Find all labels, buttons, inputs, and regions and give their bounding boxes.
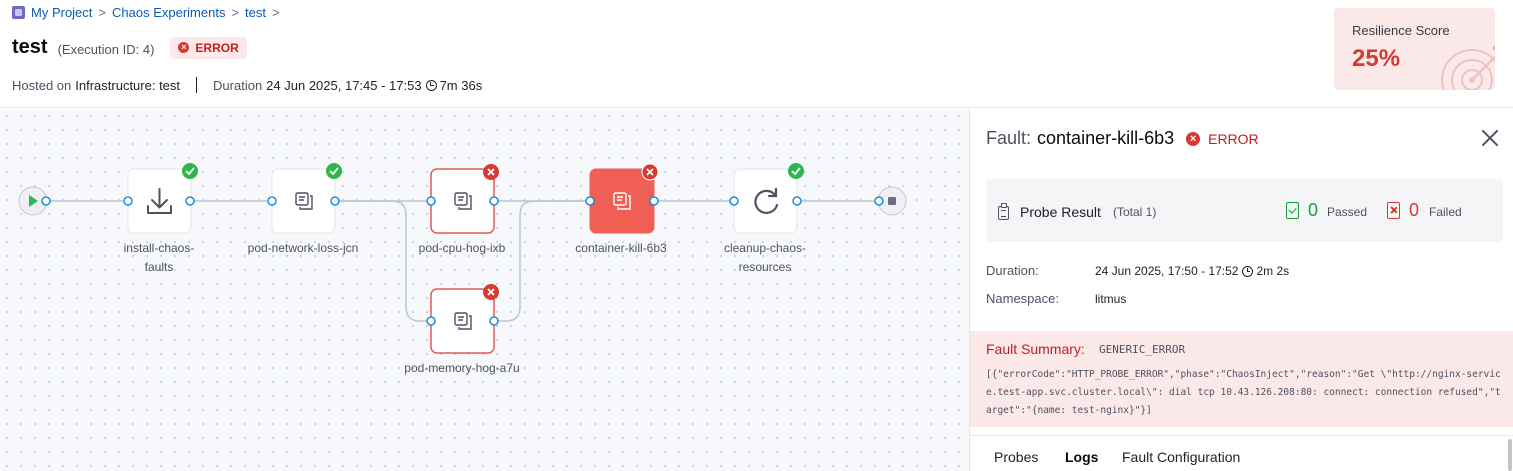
stop-icon — [888, 197, 896, 205]
node-label: container-kill-6b3 — [575, 241, 667, 255]
node-port — [41, 196, 51, 206]
success-badge — [182, 163, 198, 179]
status-badge: × ERROR — [170, 36, 247, 59]
fault-name: container-kill-6b3 — [1037, 128, 1175, 148]
experiment-graph-canvas[interactable]: install-chaos-faults pod-network-loss-jc… — [0, 109, 969, 471]
infrastructure-value: Infrastructure: test — [75, 77, 181, 93]
node-label: pod-memory-hog-a7u — [404, 361, 520, 375]
resilience-score-label: Resilience Score — [1352, 23, 1450, 38]
breadcrumb-experiments[interactable]: Chaos Experiments — [112, 5, 225, 20]
status-badge-label: ERROR — [195, 40, 239, 55]
close-icon[interactable] — [1480, 128, 1500, 148]
node-port — [330, 196, 340, 206]
app-root: My Project > Chaos Experiments > test > … — [0, 0, 1513, 471]
resilience-score-value: 25% — [1352, 45, 1401, 72]
tab-fault-configuration[interactable]: Fault Configuration — [1122, 449, 1240, 465]
detail-tabs: Probes Logs Fault Configuration — [970, 435, 1513, 471]
node-port — [185, 196, 195, 206]
scrollbar[interactable] — [1508, 439, 1512, 471]
probe-total: (Total 1) — [1113, 205, 1157, 219]
hosted-on-label: Hosted on — [12, 77, 72, 93]
breadcrumb: My Project > Chaos Experiments > test > — [12, 5, 286, 20]
breadcrumb-separator: > — [272, 5, 280, 20]
clock-icon — [425, 79, 437, 91]
breadcrumb-project[interactable]: My Project — [31, 5, 92, 20]
probe-result-card: Probe Result (Total 1) 0 Passed 0 Failed — [986, 179, 1503, 242]
fault-summary-body: [{"errorCode":"HTTP_PROBE_ERROR","phase"… — [986, 369, 1501, 416]
passed-count: 0 — [1308, 200, 1319, 220]
node-container-kill[interactable] — [589, 163, 659, 234]
duration-value: 24 Jun 2025, 17:50 - 17:52 2m 2s — [1095, 264, 1289, 278]
node-port — [123, 196, 133, 206]
graph-edge — [494, 200, 590, 322]
duration-label: Duration: — [986, 263, 1039, 278]
node-port — [792, 196, 802, 206]
project-icon — [12, 6, 25, 19]
graph-edge — [335, 200, 431, 322]
success-badge — [788, 163, 804, 179]
tab-probes[interactable]: Probes — [994, 449, 1038, 465]
target-icon — [1441, 45, 1495, 90]
breadcrumb-separator: > — [98, 5, 106, 20]
node-port — [729, 196, 739, 206]
node-label: pod-cpu-hog-ixb — [418, 241, 506, 255]
duration-label: Duration — [213, 77, 263, 93]
fault-status-label: ERROR — [1208, 130, 1259, 147]
node-label: pod-network-loss-jcn — [247, 241, 359, 255]
node-port — [489, 196, 499, 206]
probe-result-title: Probe Result — [1020, 204, 1101, 220]
clipboard-icon — [998, 203, 1009, 220]
fault-summary-title: Fault Summary: — [986, 341, 1085, 357]
node-pod-memory-hog[interactable] — [430, 284, 499, 354]
node-port — [489, 316, 499, 326]
clock-icon — [1242, 265, 1254, 277]
experiment-graph — [18, 163, 907, 354]
failed-count: 0 — [1409, 200, 1420, 220]
node-port — [649, 196, 659, 206]
error-icon: × — [178, 42, 190, 53]
fault-summary: Fault Summary: GENERIC_ERROR [{"errorCod… — [970, 331, 1513, 427]
resilience-score-card: Resilience Score 25% — [1334, 8, 1495, 90]
node-label: cleanup-chaos-resources — [723, 241, 807, 274]
error-icon: × — [1186, 131, 1201, 146]
fault-title: Fault: container-kill-6b3 × ERROR — [986, 128, 1259, 149]
fault-summary-code: GENERIC_ERROR — [1099, 343, 1186, 356]
namespace-label: Namespace: — [986, 291, 1059, 306]
node-pod-cpu-hog[interactable] — [430, 164, 499, 234]
failed-label: Failed — [1429, 205, 1462, 219]
node-label: install-chaos-faults — [123, 241, 195, 274]
duration-range: 24 Jun 2025, 17:50 - 17:52 — [1095, 264, 1239, 278]
execution-id: (Execution ID: 4) — [57, 41, 155, 57]
duration-range: 24 Jun 2025, 17:45 - 17:53 — [266, 77, 422, 93]
node-port — [426, 196, 436, 206]
passed-icon — [1286, 202, 1299, 219]
breadcrumb-current[interactable]: test — [245, 5, 266, 20]
duration-total: 7m 36s — [439, 77, 483, 93]
passed-label: Passed — [1327, 205, 1368, 219]
fault-title-prefix: Fault: — [986, 128, 1032, 148]
fault-detail-panel: Fault: container-kill-6b3 × ERROR Probe … — [969, 109, 1513, 471]
title-row: test (Execution ID: 4) × ERROR — [12, 36, 247, 59]
namespace-value: litmus — [1095, 292, 1127, 306]
node-port — [267, 196, 277, 206]
success-badge — [326, 163, 342, 179]
tab-logs[interactable]: Logs — [1065, 449, 1098, 465]
node-port — [426, 316, 436, 326]
duration-total: 2m 2s — [1256, 264, 1290, 278]
breadcrumb-separator: > — [231, 5, 240, 20]
node-port — [874, 196, 884, 206]
node-port — [585, 196, 595, 206]
divider — [196, 77, 198, 93]
meta-row: Hosted on Infrastructure: test Duration … — [12, 77, 482, 93]
page-header: My Project > Chaos Experiments > test > … — [0, 0, 1513, 108]
fault-status: × ERROR — [1186, 131, 1259, 147]
failed-icon — [1387, 202, 1400, 219]
page-title: test — [12, 36, 48, 58]
